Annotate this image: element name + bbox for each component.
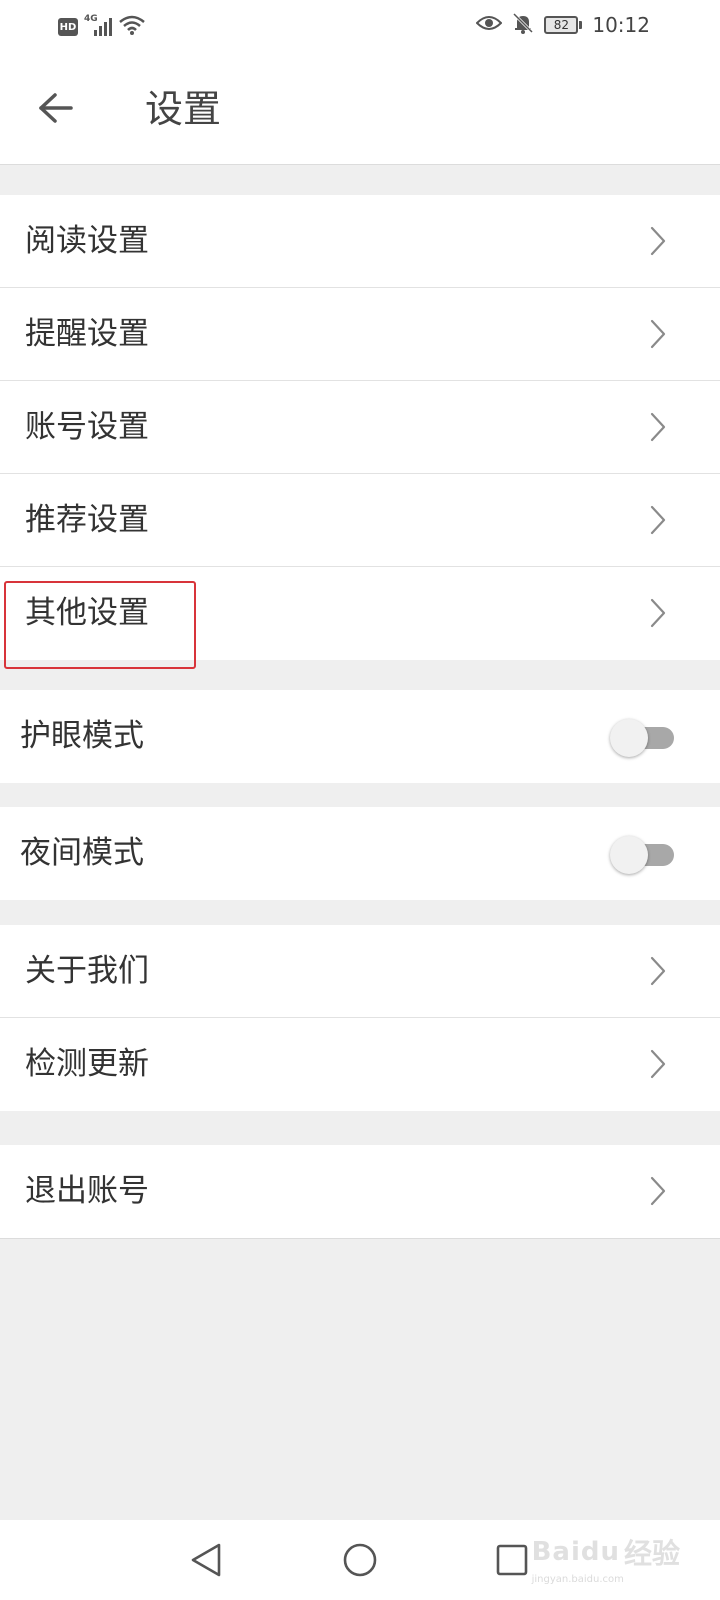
settings-item-recommend[interactable]: 推荐设置 <box>0 474 720 567</box>
chevron-right-icon <box>650 1049 666 1079</box>
settings-group: 阅读设置 提醒设置 账号设置 推荐设置 其他设置 <box>0 195 720 660</box>
chevron-right-icon <box>650 226 666 256</box>
chevron-right-icon <box>650 319 666 349</box>
nav-recents-button[interactable] <box>490 1538 534 1582</box>
logout-label: 退出账号 <box>25 1173 149 1209</box>
signal-icon: 4G <box>84 14 112 38</box>
settings-item-label: 账号设置 <box>25 409 149 445</box>
arrow-left-icon <box>39 93 73 123</box>
night-mode-toggle[interactable] <box>610 836 676 874</box>
triangle-back-icon <box>191 1543 221 1577</box>
chevron-right-icon <box>650 505 666 535</box>
system-nav-bar: Baidu 经验 jingyan.baidu.com <box>0 1520 720 1600</box>
watermark-logo: Baidu 经验 <box>532 1532 680 1572</box>
status-left: HD 4G <box>58 14 146 40</box>
eye-icon <box>475 14 503 36</box>
watermark-brand: Baidu <box>531 1537 620 1567</box>
check-update-item[interactable]: 检测更新 <box>0 1018 720 1111</box>
back-button[interactable] <box>30 82 82 134</box>
chevron-right-icon <box>650 956 666 986</box>
wifi-icon <box>118 14 146 40</box>
eye-mode-toggle[interactable] <box>610 719 676 757</box>
app-header: 设置 <box>0 54 720 165</box>
about-group: 关于我们 检测更新 <box>0 925 720 1111</box>
hd-badge: HD <box>58 18 78 36</box>
settings-item-label: 推荐设置 <box>25 502 149 538</box>
nav-home-button[interactable] <box>338 1538 382 1582</box>
settings-item-reminder[interactable]: 提醒设置 <box>0 288 720 381</box>
settings-item-account[interactable]: 账号设置 <box>0 381 720 474</box>
chevron-right-icon <box>650 412 666 442</box>
toggle-knob <box>610 836 648 874</box>
page-title: 设置 <box>145 87 222 131</box>
watermark-suffix: 经验 <box>623 1537 680 1570</box>
settings-item-other[interactable]: 其他设置 <box>0 567 720 660</box>
chevron-right-icon <box>650 1176 666 1206</box>
settings-item-label: 提醒设置 <box>25 316 149 352</box>
battery-indicator: 82 <box>544 16 583 34</box>
status-right: 82 10:12 <box>475 12 650 38</box>
square-recents-icon <box>496 1544 528 1576</box>
status-bar: HD 4G 82 10:12 <box>0 0 720 54</box>
about-us-item[interactable]: 关于我们 <box>0 925 720 1018</box>
night-mode-group: 夜间模式 <box>0 807 720 900</box>
bell-off-icon <box>512 12 534 38</box>
settings-item-label: 其他设置 <box>25 595 149 631</box>
about-us-label: 关于我们 <box>25 953 149 989</box>
baidu-jingyan-watermark: Baidu 经验 jingyan.baidu.com <box>532 1532 680 1585</box>
toggle-knob <box>610 719 648 757</box>
eye-mode-group: 护眼模式 <box>0 690 720 783</box>
circle-home-icon <box>343 1543 377 1577</box>
settings-item-reading[interactable]: 阅读设置 <box>0 195 720 288</box>
battery-level: 82 <box>544 16 579 34</box>
nav-back-button[interactable] <box>184 1538 228 1582</box>
check-update-label: 检测更新 <box>25 1046 149 1082</box>
status-time: 10:12 <box>592 13 650 37</box>
night-mode-row: 夜间模式 <box>0 807 720 900</box>
logout-group: 退出账号 <box>0 1145 720 1239</box>
eye-mode-label: 护眼模式 <box>20 718 144 754</box>
logout-item[interactable]: 退出账号 <box>0 1145 720 1238</box>
watermark-url: jingyan.baidu.com <box>531 1574 624 1585</box>
eye-mode-row: 护眼模式 <box>0 690 720 783</box>
battery-tip <box>579 21 583 29</box>
settings-item-label: 阅读设置 <box>25 223 149 259</box>
night-mode-label: 夜间模式 <box>20 835 144 871</box>
chevron-right-icon <box>650 598 666 628</box>
